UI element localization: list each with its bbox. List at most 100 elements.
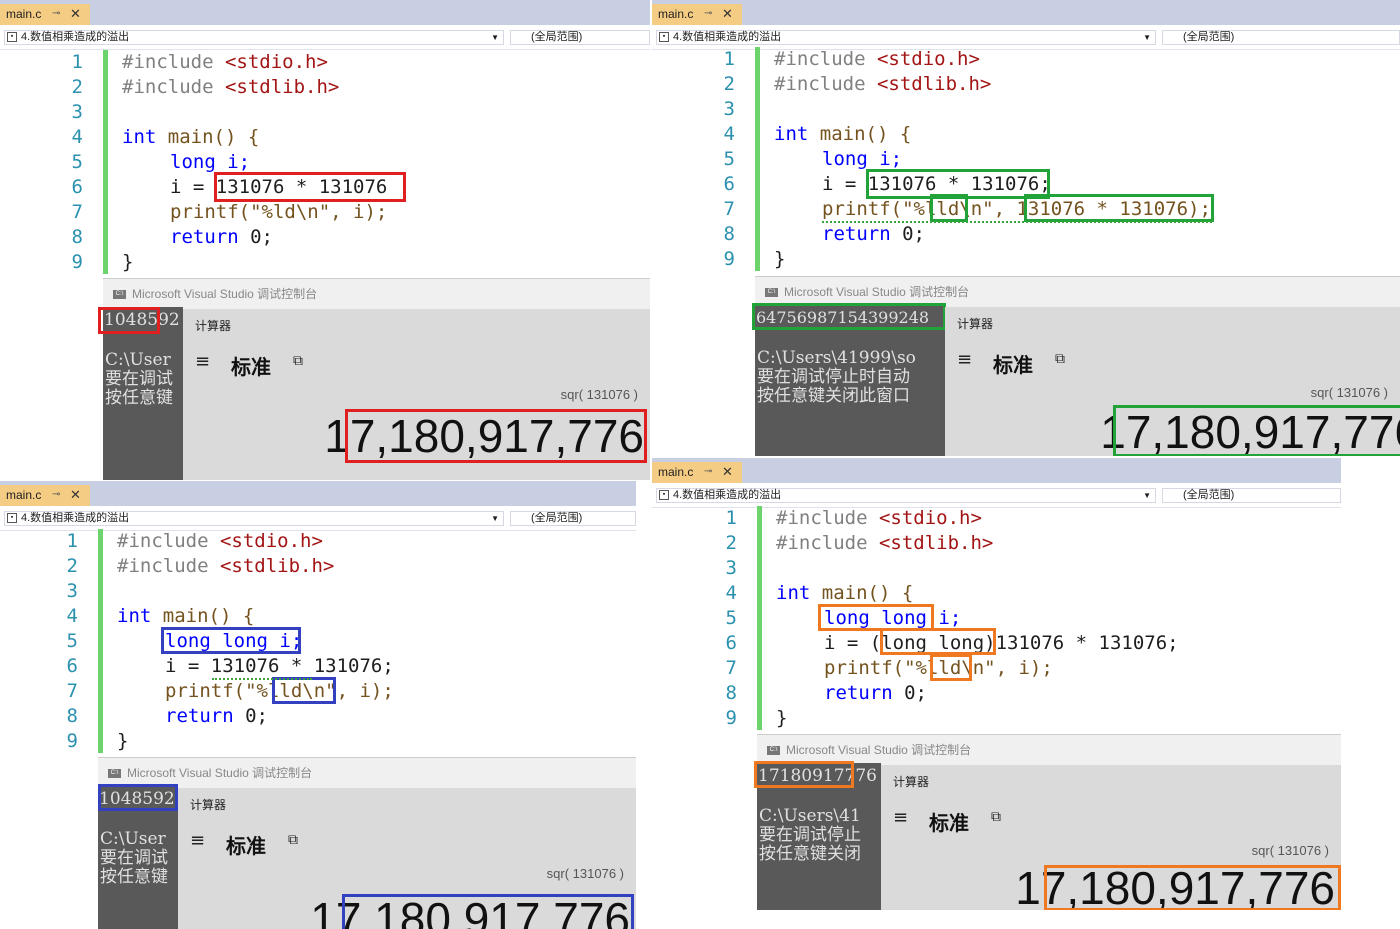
code-line-2: #include <stdlib.h> — [776, 532, 994, 554]
global-scope-dropdown[interactable]: (全局范围) — [1162, 30, 1400, 45]
calculator-title: 计算器 — [190, 798, 227, 812]
project-icon: ▪ — [659, 490, 669, 500]
highlight-declaration — [161, 627, 301, 654]
global-scope-label: (全局范围) — [531, 512, 583, 524]
pin-icon[interactable]: ⊸ — [704, 4, 712, 24]
console-text: C:\User 要在调试 按任意键 — [100, 830, 168, 887]
line-number: 1 — [725, 507, 737, 529]
tab-main-c[interactable]: main.c ⊸ ✕ — [0, 4, 90, 25]
line-number: 6 — [725, 632, 737, 654]
pin-icon[interactable]: ⊸ — [52, 485, 60, 505]
hamburger-menu-icon[interactable]: ≡ — [195, 351, 210, 372]
console-text: C:\Users\41 要在调试停止 按任意键关闭 — [759, 807, 861, 864]
line-number: 8 — [71, 226, 83, 248]
hamburger-menu-icon[interactable]: ≡ — [957, 349, 972, 370]
line-number: 2 — [66, 555, 78, 577]
hamburger-menu-icon[interactable]: ≡ — [190, 830, 205, 851]
line-number: 1 — [71, 51, 83, 73]
highlight-result — [345, 409, 647, 463]
line-number: 5 — [66, 630, 78, 652]
code-line-1: #include <stdio.h> — [774, 48, 980, 70]
line-number: 9 — [71, 251, 83, 273]
code-line-8: return 0; — [822, 223, 925, 245]
keep-on-top-icon[interactable]: ⧉ — [293, 353, 303, 369]
close-icon[interactable]: ✕ — [722, 462, 733, 482]
line-number: 3 — [66, 580, 78, 602]
close-icon[interactable]: ✕ — [722, 4, 733, 24]
debug-console-window: C:\ Microsoft Visual Studio 调试控制台 6475698… — [752, 276, 1400, 456]
change-indicator — [755, 47, 760, 271]
highlight-format-specifier — [272, 677, 336, 704]
close-icon[interactable]: ✕ — [70, 485, 81, 505]
code-line-4: int main() { — [117, 605, 255, 627]
panel-top-left: main.c ⊸ ✕ ▪ 4.数值相乘造成的溢出 ▼ (全局范围) 1 2 3 … — [0, 0, 650, 480]
code-line-9: } — [776, 707, 788, 729]
tab-label: main.c — [6, 7, 42, 21]
line-number: 4 — [725, 582, 737, 604]
highlight-format-specifier — [930, 654, 972, 681]
keep-on-top-icon[interactable]: ⧉ — [288, 832, 298, 848]
highlight-output — [752, 303, 946, 330]
code-editor[interactable]: 1 2 3 4 5 6 7 8 9 #include <stdio.h> #in… — [652, 47, 1400, 277]
line-number: 9 — [723, 248, 735, 270]
scope-label: 4.数值相乘造成的溢出 — [673, 489, 782, 501]
global-scope-dropdown[interactable]: (全局范围) — [510, 30, 650, 45]
close-icon[interactable]: ✕ — [70, 4, 81, 24]
code-editor[interactable]: 1 2 3 4 5 6 7 8 9 #include <stdio.h> #in… — [0, 50, 650, 280]
tab-main-c[interactable]: main.c ⊸ ✕ — [0, 485, 90, 506]
line-number: 4 — [723, 123, 735, 145]
highlight-cast — [880, 628, 996, 655]
line-number: 7 — [71, 201, 83, 223]
line-number: 1 — [723, 48, 735, 70]
scope-dropdown[interactable]: ▪ 4.数值相乘造成的溢出 ▼ — [656, 488, 1156, 503]
highlight-result — [1044, 865, 1341, 910]
code-line-7: printf("%ld\n", i); — [170, 201, 388, 223]
debug-console-window: C:\ Microsoft Visual Studio 调试控制台 1718091… — [754, 734, 1341, 910]
calculator-mode: 标准 — [226, 836, 266, 858]
tab-label: main.c — [6, 488, 42, 502]
debug-console-window: C:\ Microsoft Visual Studio 调试控制台 1048592… — [98, 757, 636, 929]
console-icon: C:\ — [113, 290, 126, 300]
hamburger-menu-icon[interactable]: ≡ — [893, 807, 908, 828]
code-line-1: #include <stdio.h> — [117, 530, 323, 552]
code-line-1: #include <stdio.h> — [122, 51, 328, 73]
line-number: 3 — [725, 557, 737, 579]
calculator-mode: 标准 — [993, 355, 1033, 377]
navigation-bar: ▪ 4.数值相乘造成的溢出 ▼ (全局范围) — [0, 508, 636, 531]
project-icon: ▪ — [7, 32, 17, 42]
pin-icon[interactable]: ⊸ — [52, 4, 60, 24]
tab-label: main.c — [658, 465, 694, 479]
scope-dropdown[interactable]: ▪ 4.数值相乘造成的溢出 ▼ — [4, 30, 504, 45]
line-number: 8 — [725, 682, 737, 704]
code-line-8: return 0; — [170, 226, 273, 248]
code-editor[interactable]: 1 2 3 4 5 6 7 8 9 #include <stdio.h> #in… — [0, 529, 636, 759]
panel-bottom-right: main.c ⊸ ✕ ▪ 4.数值相乘造成的溢出 ▼ (全局范围) 1 2 3 … — [652, 458, 1341, 910]
scope-label: 4.数值相乘造成的溢出 — [673, 31, 782, 43]
tab-main-c[interactable]: main.c ⊸ ✕ — [652, 4, 742, 25]
global-scope-dropdown[interactable]: (全局范围) — [510, 511, 636, 526]
chevron-down-icon: ▼ — [491, 514, 499, 523]
keep-on-top-icon[interactable]: ⧉ — [991, 809, 1001, 825]
line-number: 9 — [725, 707, 737, 729]
line-number: 7 — [723, 198, 735, 220]
scope-dropdown[interactable]: ▪ 4.数值相乘造成的溢出 ▼ — [4, 511, 504, 526]
tab-main-c[interactable]: main.c ⊸ ✕ — [652, 462, 742, 483]
line-number: 4 — [66, 605, 78, 627]
console-icon: C:\ — [108, 769, 121, 779]
scope-label: 4.数值相乘造成的溢出 — [21, 512, 130, 524]
line-number: 4 — [71, 126, 83, 148]
navigation-bar: ▪ 4.数值相乘造成的溢出 ▼ (全局范围) — [652, 485, 1341, 508]
keep-on-top-icon[interactable]: ⧉ — [1055, 351, 1065, 367]
global-scope-dropdown[interactable]: (全局范围) — [1162, 488, 1341, 503]
calculator-expression: sqr( 131076 ) — [560, 387, 638, 402]
debug-console-window: C:\ Microsoft Visual Studio 调试控制台 1048592… — [98, 278, 650, 480]
highlight-output — [98, 784, 178, 811]
pin-icon[interactable]: ⊸ — [704, 462, 712, 482]
highlight-result — [342, 894, 634, 929]
scope-dropdown[interactable]: ▪ 4.数值相乘造成的溢出 ▼ — [656, 30, 1156, 45]
code-editor[interactable]: 1 2 3 4 5 6 7 8 9 #include <stdio.h> #in… — [652, 506, 1341, 736]
tab-bar: main.c ⊸ ✕ — [652, 0, 1400, 25]
code-line-2: #include <stdlib.h> — [774, 73, 992, 95]
highlight-multiplication — [214, 172, 406, 202]
tab-label: main.c — [658, 7, 694, 21]
